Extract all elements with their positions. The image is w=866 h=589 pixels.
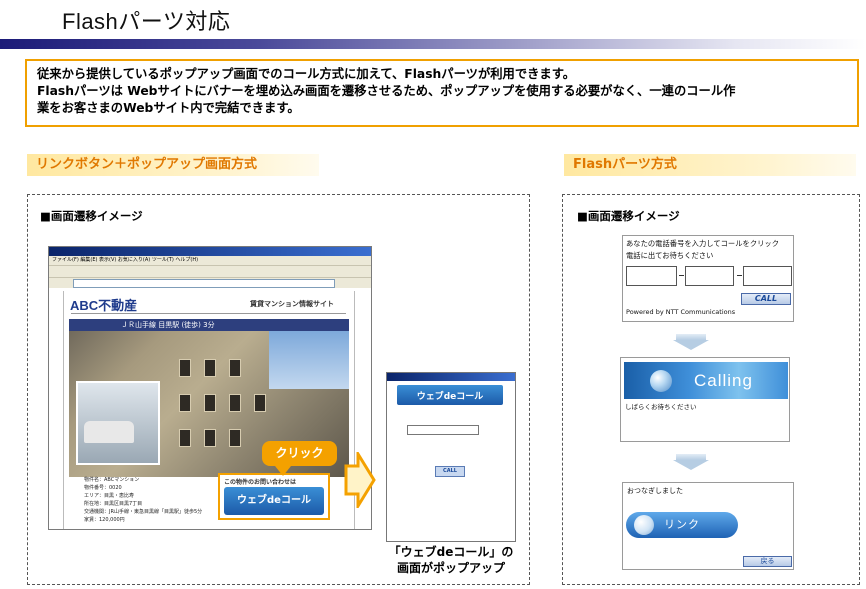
browser-address-field	[73, 279, 335, 288]
powered-by-text: Powered by NTT Communications	[626, 308, 736, 316]
popup-call-button[interactable]: CALL	[435, 466, 465, 477]
info-line: 家賃：120,000円	[84, 517, 125, 523]
info-line: 物件名：ABCマンション	[84, 477, 140, 483]
photo-window	[229, 429, 241, 447]
right-section-header: Flashパーツ方式	[564, 154, 856, 176]
instruction-line-2: 電話に出てお待ちください	[626, 251, 714, 260]
flash-step-input: あなたの電話番号を入力してコールをクリック 電話に出てお待ちください CALL …	[622, 235, 794, 322]
photo-window	[229, 359, 241, 377]
photo-window	[179, 394, 191, 412]
intro-line-3: 業をお客さまのWebサイト内で完結できます。	[37, 101, 300, 115]
intro-box: 従来から提供しているポップアップ画面でのコール方式に加えて、Flashパーツが利…	[25, 59, 859, 127]
browser-menubar: ファイル(F) 編集(E) 表示(V) お気に入り(A) ツール(T) ヘルプ(…	[49, 256, 371, 265]
site-subtitle: 賃貸マンション情報サイト	[250, 300, 334, 308]
page-title: Flashパーツ対応	[62, 9, 231, 34]
photo-window	[204, 429, 216, 447]
input-instructions: あなたの電話番号を入力してコールをクリック 電話に出てお待ちください	[626, 238, 779, 262]
down-arrow-icon	[673, 334, 709, 350]
phone-separator	[737, 275, 742, 276]
property-info: 物件名：ABCマンション 物件番号：0020 エリア：目黒・恵比寿 所在地：目黒…	[84, 476, 202, 524]
photo-window	[204, 394, 216, 412]
right-image-label: ■画面遷移イメージ	[577, 209, 680, 223]
link-button[interactable]: リンク	[626, 512, 738, 538]
phone-field-exchange[interactable]	[685, 266, 734, 286]
phone-field-area[interactable]	[626, 266, 677, 286]
popup-logo: ウェブdeコール	[397, 385, 503, 405]
transition-arrow-icon	[344, 452, 376, 508]
info-line: 所在地：目黒区目黒7丁目	[84, 501, 143, 507]
title-rule	[0, 39, 866, 49]
popup-titlebar	[387, 373, 515, 381]
phone-receiver-icon	[650, 370, 672, 392]
info-line: 物件番号：0020	[84, 485, 122, 491]
click-callout: クリック	[262, 441, 337, 466]
sofa-image	[84, 421, 134, 443]
left-image-label: ■画面遷移イメージ	[40, 209, 143, 223]
link-knob-icon	[634, 515, 654, 535]
intro-line-2: Flashパーツは Webサイトにバナーを埋め込み画面を遷移させるため、ポップア…	[37, 84, 736, 98]
photo-window	[179, 359, 191, 377]
link-button-label: リンク	[664, 518, 700, 531]
browser-titlebar	[49, 247, 371, 256]
contact-banner: この物件のお問い合わせは ウェブdeコール	[218, 473, 330, 520]
info-line: 交通機関：JR山手線・東急目黒線「目黒駅」徒歩5分	[84, 509, 203, 515]
site-logo: ABC不動産	[70, 298, 138, 313]
popup-caption-line-2: 画面がポップアップ	[396, 561, 505, 575]
phone-separator	[679, 275, 684, 276]
contact-text: この物件のお問い合わせは	[224, 479, 297, 486]
flash-step-calling: Calling しばらくお待ちください	[620, 357, 790, 442]
down-arrow-icon	[673, 454, 709, 470]
wait-message: しばらくお待ちください	[625, 403, 697, 411]
webcall-popup: ウェブdeコール CALL	[386, 372, 516, 542]
instruction-line-1: あなたの電話番号を入力してコールをクリック	[626, 239, 780, 248]
photo-window	[254, 394, 266, 412]
station-bar: ＪＲ山手線 目黒駅 (徒歩) 3分	[69, 319, 349, 331]
connected-message: おつなぎしました	[627, 487, 683, 495]
photo-window	[204, 359, 216, 377]
photo-window	[229, 394, 241, 412]
call-button[interactable]: CALL	[741, 293, 791, 305]
flash-step-connected: おつなぎしました リンク 戻る	[622, 482, 794, 570]
back-button[interactable]: 戻る	[743, 556, 792, 567]
popup-phone-input[interactable]	[407, 425, 479, 435]
info-line: エリア：目黒・恵比寿	[84, 493, 135, 499]
arrow-head	[673, 340, 709, 350]
arrow-head	[673, 460, 709, 470]
popup-caption-line-1: 「ウェブdeコール」の	[388, 545, 514, 559]
site-divider	[71, 313, 346, 314]
popup-caption: 「ウェブdeコール」の 画面がポップアップ	[381, 544, 521, 576]
calling-text: Calling	[694, 371, 753, 390]
calling-banner: Calling	[624, 362, 788, 399]
left-section-header: リンクボタン＋ポップアップ画面方式	[27, 154, 319, 176]
webcall-button[interactable]: ウェブdeコール	[224, 487, 324, 515]
phone-field-number[interactable]	[743, 266, 792, 286]
photo-window	[179, 429, 191, 447]
click-callout-tail	[275, 466, 291, 476]
intro-line-1: 従来から提供しているポップアップ画面でのコール方式に加えて、Flashパーツが利…	[37, 67, 576, 81]
